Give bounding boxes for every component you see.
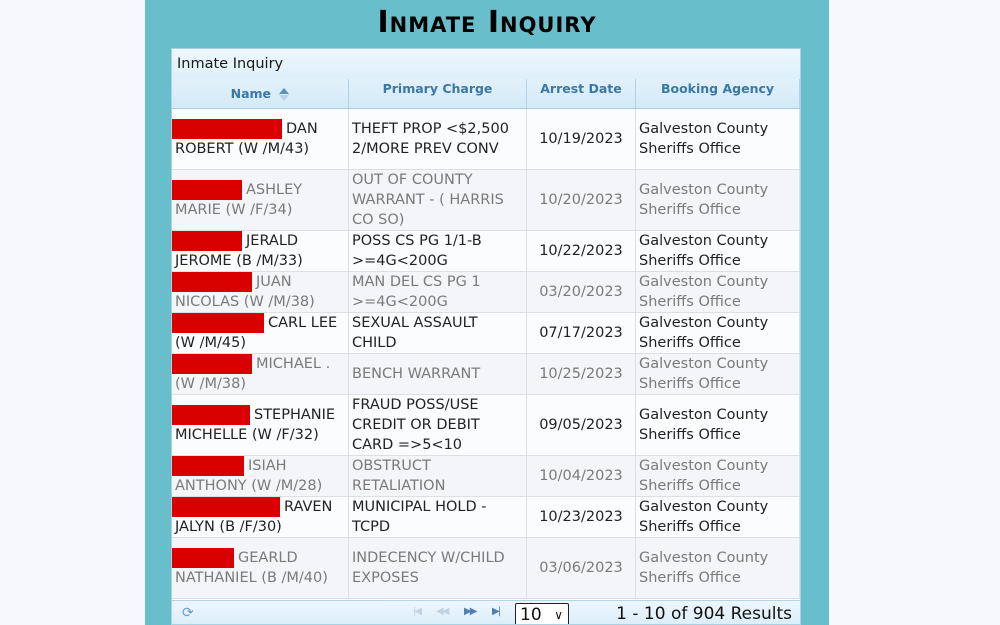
grid-body: DAN ROBERT (W /M/43) THEFT PROP <$2,500 2…: [172, 109, 800, 599]
cell-arrest-date: 03/20/2023: [527, 272, 636, 312]
cell-booking-agency: Galveston County Sheriffs Office: [636, 109, 800, 169]
cell-primary-charge: MAN DEL CS PG 1 >=4G<200G: [349, 272, 527, 312]
table-row[interactable]: ASHLEY MARIE (W /F/34) OUT OF COUNTY WARR…: [172, 170, 800, 231]
column-header-label: Name: [230, 86, 272, 101]
cell-booking-agency: Galveston County Sheriffs Office: [636, 272, 800, 312]
cell-arrest-date: 10/23/2023: [527, 497, 636, 537]
table-row[interactable]: MICHAEL . (W /M/38) BENCH WARRANT 10/25/20…: [172, 354, 800, 395]
grid-pager: ⟳ |◀ ◀◀ ▶▶ ▶| 10 ∨ 1 - 10 of 904 Results: [172, 600, 800, 625]
redaction-bar: [172, 548, 234, 568]
column-header-primary-charge[interactable]: Primary Charge: [349, 79, 527, 108]
cell-primary-charge: OBSTRUCT RETALIATION: [349, 456, 527, 496]
cell-arrest-date: 03/06/2023: [527, 538, 636, 598]
cell-name: DAN ROBERT (W /M/43): [172, 109, 349, 169]
chevron-down-icon: ∨: [554, 608, 563, 622]
first-page-icon: |◀: [413, 606, 422, 617]
cell-name: JERALD JEROME (B /M/33): [172, 231, 349, 271]
cell-arrest-date: 09/05/2023: [527, 395, 636, 455]
grid-caption: Inmate Inquiry: [172, 49, 800, 79]
cell-booking-agency: Galveston County Sheriffs Office: [636, 456, 800, 496]
grid-header: Name Primary Charge Arrest Date Booking …: [172, 79, 800, 109]
redaction-bar: [172, 231, 242, 251]
cell-arrest-date: 10/20/2023: [527, 170, 636, 230]
redaction-bar: [172, 180, 242, 200]
table-row[interactable]: CARL LEE (W /M/45) SEXUAL ASSAULT CHILD 07…: [172, 313, 800, 354]
cell-primary-charge: INDECENCY W/CHILD EXPOSES: [349, 538, 527, 598]
table-row[interactable]: DAN ROBERT (W /M/43) THEFT PROP <$2,500 2…: [172, 109, 800, 170]
cell-booking-agency: Galveston County Sheriffs Office: [636, 354, 800, 394]
cell-name: JUAN NICOLAS (W /M/38): [172, 272, 349, 312]
cell-booking-agency: Galveston County Sheriffs Office: [636, 395, 800, 455]
cell-primary-charge: POSS CS PG 1/1-B >=4G<200G: [349, 231, 527, 271]
redaction-bar: [172, 272, 252, 292]
table-row[interactable]: STEPHANIE MICHELLE (W /F/32) FRAUD POSS/U…: [172, 395, 800, 456]
cell-arrest-date: 07/17/2023: [527, 313, 636, 353]
cell-arrest-date: 10/22/2023: [527, 231, 636, 271]
prev-page-icon: ◀◀: [436, 606, 449, 617]
cell-booking-agency: Galveston County Sheriffs Office: [636, 231, 800, 271]
page-size-select[interactable]: 10 ∨: [515, 603, 569, 625]
refresh-icon[interactable]: ⟳: [182, 605, 198, 621]
cell-name: ISIAH ANTHONY (W /M/28): [172, 456, 349, 496]
column-header-name[interactable]: Name: [172, 79, 349, 108]
redaction-bar: [172, 497, 280, 517]
cell-primary-charge: FRAUD POSS/USE CREDIT OR DEBIT CARD =>5<…: [349, 395, 527, 455]
cell-primary-charge: OUT OF COUNTY WARRANT - ( HARRIS CO SO): [349, 170, 527, 230]
cell-booking-agency: Galveston County Sheriffs Office: [636, 313, 800, 353]
table-row[interactable]: RAVEN JALYN (B /F/30) MUNICIPAL HOLD - TC…: [172, 497, 800, 538]
cell-primary-charge: THEFT PROP <$2,500 2/MORE PREV CONV: [349, 109, 527, 169]
page-container: Inmate Inquiry Inmate Inquiry Name Prima…: [145, 0, 829, 625]
cell-name: MICHAEL . (W /M/38): [172, 354, 349, 394]
page-title: Inmate Inquiry: [377, 5, 597, 40]
next-page-icon[interactable]: ▶▶: [464, 605, 477, 619]
cell-booking-agency: Galveston County Sheriffs Office: [636, 497, 800, 537]
cell-booking-agency: Galveston County Sheriffs Office: [636, 170, 800, 230]
redaction-bar: [172, 119, 282, 139]
column-header-arrest-date[interactable]: Arrest Date: [527, 79, 636, 108]
cell-primary-charge: MUNICIPAL HOLD - TCPD: [349, 497, 527, 537]
table-row[interactable]: GEARLD NATHANIEL (B /M/40) INDECENCY W/CH…: [172, 538, 800, 599]
last-page-icon[interactable]: ▶|: [492, 605, 501, 619]
cell-name: CARL LEE (W /M/45): [172, 313, 349, 353]
cell-primary-charge: SEXUAL ASSAULT CHILD: [349, 313, 527, 353]
table-row[interactable]: JUAN NICOLAS (W /M/38) MAN DEL CS PG 1 >=…: [172, 272, 800, 313]
cell-name: RAVEN JALYN (B /F/30): [172, 497, 349, 537]
cell-arrest-date: 10/25/2023: [527, 354, 636, 394]
results-count: 1 - 10 of 904 Results: [616, 604, 792, 624]
cell-primary-charge: BENCH WARRANT: [349, 354, 527, 394]
table-row[interactable]: ISIAH ANTHONY (W /M/28) OBSTRUCT RETALIAT…: [172, 456, 800, 497]
cell-booking-agency: Galveston County Sheriffs Office: [636, 538, 800, 598]
redaction-bar: [172, 313, 264, 333]
cell-name: GEARLD NATHANIEL (B /M/40): [172, 538, 349, 598]
page-size-value: 10: [520, 605, 542, 625]
cell-name: STEPHANIE MICHELLE (W /F/32): [172, 395, 349, 455]
cell-arrest-date: 10/04/2023: [527, 456, 636, 496]
redaction-bar: [172, 405, 250, 425]
sort-ascending-icon: [279, 88, 290, 101]
cell-arrest-date: 10/19/2023: [527, 109, 636, 169]
redaction-bar: [172, 354, 252, 374]
cell-name: ASHLEY MARIE (W /F/34): [172, 170, 349, 230]
inmate-grid: Inmate Inquiry Name Primary Charge Arres…: [171, 48, 801, 625]
column-header-booking-agency[interactable]: Booking Agency: [636, 79, 800, 108]
table-row[interactable]: JERALD JEROME (B /M/33) POSS CS PG 1/1-B …: [172, 231, 800, 272]
redaction-bar: [172, 456, 244, 476]
